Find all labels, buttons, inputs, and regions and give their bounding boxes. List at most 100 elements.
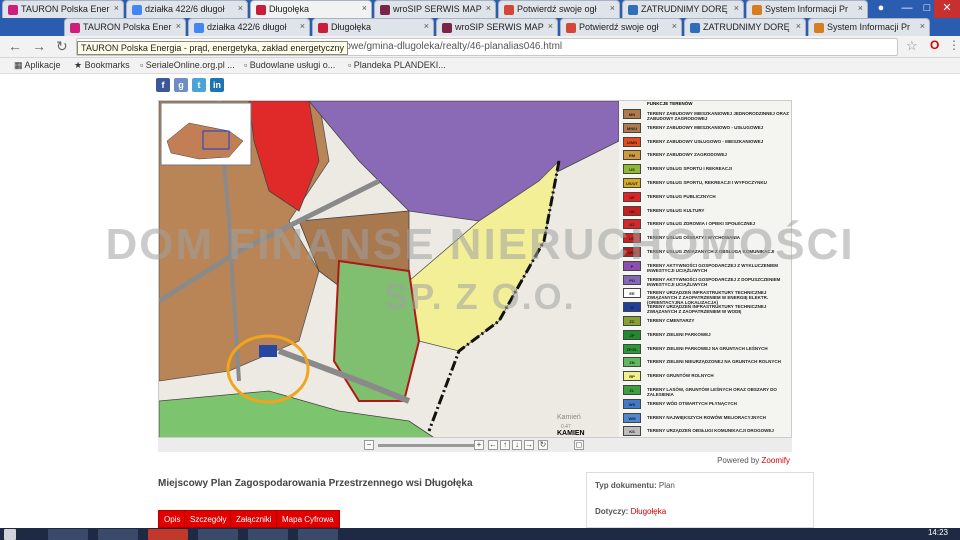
legend-text: TERENY GRUNTÓW ROLNYCH — [647, 373, 714, 379]
legend-text: TERENY ZIELENI PARKOWEJ NA GRUNTACH LEŚN… — [647, 345, 768, 351]
bookmark-item[interactable]: ▦ Aplikacje — [14, 60, 61, 71]
tab-close-icon[interactable]: × — [734, 3, 739, 13]
menu-icon[interactable]: ⋮ — [948, 38, 960, 52]
legend-text: TERENY ZIELENI PARKOWEJ — [647, 331, 711, 337]
bookmark-star-icon[interactable]: ☆ — [906, 38, 918, 54]
tab-close-icon[interactable]: × — [920, 21, 925, 31]
browser-tab[interactable]: działka 422/6 długoł × — [126, 0, 248, 18]
back-icon[interactable]: ← — [8, 38, 22, 54]
powered-brand: Zoomify — [761, 456, 790, 465]
tab-label: ZATRUDNIMY DORĘ — [641, 4, 728, 14]
facebook-share-icon[interactable]: f — [156, 78, 170, 92]
bookmark-item[interactable]: ▫ Plandeka PLANDEKI... — [348, 60, 446, 70]
browser-tab[interactable]: TAURON Polska Ener × — [2, 0, 124, 18]
tab-close-icon[interactable]: × — [424, 21, 429, 31]
browser-tab[interactable]: Potwierdź swoje ogł × — [560, 18, 682, 36]
tab-close-icon[interactable]: × — [548, 21, 553, 31]
zoom-in-button[interactable]: + — [474, 440, 484, 450]
forward-icon[interactable]: → — [32, 38, 46, 54]
legend-text: TERENY USŁUG ZWIĄZANYCH Z OBSŁUGĄ KOMUNI… — [647, 249, 775, 254]
tab-favicon-icon — [256, 5, 266, 15]
browser-tab[interactable]: wroSIP SERWIS MAP × — [436, 18, 558, 36]
browser-tab[interactable]: System Informacji Pr × — [746, 0, 868, 18]
browser-tab[interactable]: ZATRUDNIMY DORĘ × — [622, 0, 744, 18]
zoomify-map-viewer[interactable]: KAMIEN Kamień 0.47 Z FUNKCJE TERENÓW MNT… — [158, 100, 792, 452]
taskbar-app-2[interactable] — [98, 529, 138, 540]
tab-close-icon[interactable]: × — [858, 3, 863, 13]
close-window-button[interactable]: ✕ — [934, 0, 960, 18]
legend-text: TERENY AKTYWNOŚCI GOSPODARCZEJ Z DOPUSZC… — [647, 276, 781, 287]
tab-favicon-icon — [70, 23, 80, 33]
browser-tab[interactable]: działka 422/6 długoł × — [188, 18, 310, 36]
legend-text: TERENY USŁUG ZDROWIA I OPIEKI SPOŁECZNEJ — [647, 221, 756, 227]
reset-view-button[interactable]: ↻ — [538, 440, 548, 450]
tab-close-icon[interactable]: × — [486, 3, 491, 13]
tab-close-icon[interactable]: × — [672, 21, 677, 31]
tab-favicon-icon — [318, 23, 328, 33]
opera-icon[interactable]: O — [930, 38, 939, 52]
tab-label: System Informacji Pr — [827, 22, 911, 32]
tab-favicon-icon — [194, 23, 204, 33]
tab-close-icon[interactable]: × — [610, 3, 615, 13]
pan-down-button[interactable]: ↓ — [512, 440, 522, 450]
tab-close-icon[interactable]: × — [796, 21, 801, 31]
plan-tab-button[interactable]: Mapa Cyfrowa — [276, 510, 340, 528]
doc-type-label: Typ dokumentu: — [595, 481, 657, 490]
browser-tab[interactable]: Długołęka × — [250, 0, 372, 18]
taskbar-app-3[interactable] — [148, 529, 188, 540]
taskbar-clock: 14:23 — [927, 528, 948, 537]
tab-close-icon[interactable]: × — [300, 21, 305, 31]
user-profile-button[interactable]: ● — [868, 0, 894, 18]
zoom-toolbar: − + ← ↑ ↓ → ↻ ◻ — [158, 437, 792, 452]
tab-close-icon[interactable]: × — [238, 3, 243, 13]
legend-text: TERENY NAJWIĘKSZYCH ROWÓW MELIORACYJNYCH — [647, 414, 766, 420]
fullscreen-button[interactable]: ◻ — [574, 440, 584, 450]
bookmark-item[interactable]: ★ Bookmarks — [74, 60, 130, 71]
pan-up-button[interactable]: ↑ — [500, 440, 510, 450]
tab-close-icon[interactable]: × — [362, 3, 367, 13]
bookmark-item[interactable]: ▫ SerialeOnline.org.pl ... — [140, 60, 235, 70]
zoom-out-button[interactable]: − — [364, 440, 374, 450]
bookmark-label: SerialeOnline.org.pl ... — [145, 60, 235, 70]
taskbar-app-6[interactable] — [298, 529, 338, 540]
start-button[interactable] — [4, 529, 16, 540]
browser-tab[interactable]: wroSIP SERWIS MAP × — [374, 0, 496, 18]
taskbar-app-4[interactable] — [198, 529, 238, 540]
zoom-slider[interactable] — [378, 444, 474, 447]
plan-tab-button[interactable]: Załączniki — [230, 510, 278, 528]
legend-text: TERENY LASÓW, GRUNTÓW LEŚNYCH ORAZ OBSZA… — [647, 387, 777, 397]
pan-left-button[interactable]: ← — [488, 440, 498, 450]
legend-swatch: U/MN — [623, 136, 641, 147]
browser-tab[interactable]: ZATRUDNIMY DORĘ × — [684, 18, 806, 36]
legend-text: TERENY ZABUDOWY MIESZKANIOWEJ JEDNORODZI… — [647, 111, 789, 121]
legend-swatch: RM — [623, 150, 641, 161]
legend-swatch: W — [623, 302, 641, 313]
legend-text: TERENY AKTYWNOŚCI GOSPODARCZEJ Z WYKLUCZ… — [647, 262, 779, 273]
linkedin-share-icon[interactable]: in — [210, 78, 224, 92]
browser-tab[interactable]: Potwierdź swoje ogł × — [498, 0, 620, 18]
taskbar-app-5[interactable] — [248, 529, 288, 540]
reload-icon[interactable]: ↻ — [56, 38, 68, 55]
bookmark-item[interactable]: ▫ Budowlane usługi o... — [244, 60, 335, 70]
tab-tooltip: TAURON Polska Energia - prąd, energetyka… — [77, 41, 348, 55]
browser-tab[interactable]: Długołęka × — [312, 18, 434, 36]
concerns-value[interactable]: Długołęka — [631, 507, 667, 516]
legend-swatch: UP — [623, 191, 641, 202]
legend-swatch: MN/U — [623, 122, 641, 133]
browser-tab[interactable]: System Informacji Pr × — [808, 18, 930, 36]
concerns-label: Dotyczy: — [595, 507, 629, 516]
plan-tab-button[interactable]: Opis — [158, 510, 187, 528]
legend-swatch: ZN — [623, 357, 641, 368]
pan-right-button[interactable]: → — [524, 440, 534, 450]
google-share-icon[interactable]: g — [174, 78, 188, 92]
taskbar-app-explorer[interactable] — [48, 529, 88, 540]
legend-swatch: EE — [623, 288, 641, 299]
twitter-share-icon[interactable]: t — [192, 78, 206, 92]
tab-label: działka 422/6 długoł — [207, 22, 287, 32]
tab-close-icon[interactable]: × — [176, 21, 181, 31]
browser-tab[interactable]: TAURON Polska Ener × — [64, 18, 186, 36]
plan-tab-button[interactable]: Szczegóły — [184, 510, 233, 528]
tab-close-icon[interactable]: × — [114, 3, 119, 13]
legend-swatch: PU — [623, 274, 641, 285]
powered-by-zoomify[interactable]: Powered by Zoomify — [717, 456, 790, 465]
